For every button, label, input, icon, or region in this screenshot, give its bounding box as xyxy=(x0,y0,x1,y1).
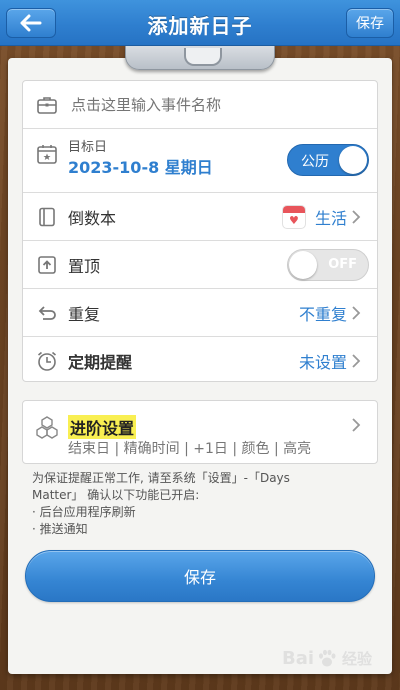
calendar-type-toggle[interactable]: 公历 xyxy=(287,144,369,176)
briefcase-icon xyxy=(36,94,58,116)
advanced-settings[interactable]: 进阶设置 结束日 | 精确时间 | +1日 | 颜色 | 高亮 xyxy=(22,400,378,464)
repeat-selector[interactable]: 不重复 xyxy=(299,301,361,325)
calendar-heart-icon: ♥ xyxy=(281,204,306,229)
notification-note: 为保证提醒正常工作, 请至系统「设置」-「Days Matter」 确认以下功能… xyxy=(32,470,352,538)
nav-bar: 添加新日子 保存 xyxy=(0,0,400,46)
reminder-value: 未设置 xyxy=(298,353,347,372)
reminder-row[interactable]: 定期提醒 未设置 xyxy=(23,337,377,385)
advanced-settings-subtitle: 结束日 | 精确时间 | +1日 | 颜色 | 高亮 xyxy=(68,441,312,457)
target-date-label: 目标日 xyxy=(68,140,108,155)
pin-toggle[interactable]: OFF xyxy=(287,249,369,281)
notebook-value: 生活 xyxy=(314,208,347,228)
chevron-right-icon xyxy=(352,354,361,368)
save-button[interactable]: 保存 xyxy=(25,550,375,602)
event-name-row[interactable] xyxy=(23,81,377,129)
calendar-type-label: 公历 xyxy=(301,154,329,170)
watermark: Bai 经验 xyxy=(282,642,392,674)
note-line-2: Matter」 确认以下功能已开启: xyxy=(32,488,200,502)
event-form: 目标日 2023-10-8 星期日 公历 倒数本 ♥ 生活 置顶 OFF xyxy=(22,80,378,382)
reminder-selector[interactable]: 未设置 xyxy=(299,349,361,373)
repeat-row[interactable]: 重复 不重复 xyxy=(23,289,377,337)
pin-toggle-label: OFF xyxy=(328,257,357,272)
note-line-3: · 后台应用程序刷新 xyxy=(32,505,136,519)
save-button-top[interactable]: 保存 xyxy=(346,8,394,38)
chevron-right-icon xyxy=(352,209,361,224)
clipboard-clip xyxy=(125,46,275,70)
note-line-4: · 推送通知 xyxy=(32,522,88,536)
cubes-icon xyxy=(35,415,59,439)
target-date-value[interactable]: 2023-10-8 星期日 xyxy=(68,154,213,178)
advanced-settings-title: 进阶设置 xyxy=(68,415,137,439)
notebook-row[interactable]: 倒数本 ♥ 生活 xyxy=(23,193,377,241)
repeat-icon xyxy=(36,302,58,324)
calendar-star-icon xyxy=(36,143,58,165)
chevron-right-icon xyxy=(352,305,361,320)
alarm-clock-icon xyxy=(36,350,58,372)
page-title: 添加新日子 xyxy=(147,14,253,38)
paw-icon xyxy=(319,649,336,667)
repeat-label: 重复 xyxy=(68,304,101,324)
book-icon xyxy=(36,206,58,228)
notebook-selector[interactable]: ♥ 生活 xyxy=(281,204,361,229)
watermark-text-2: 经验 xyxy=(342,649,373,668)
chevron-right-icon xyxy=(352,418,361,432)
note-line-1: 为保证提醒正常工作, 请至系统「设置」-「Days xyxy=(32,471,290,485)
target-date-row[interactable]: 目标日 2023-10-8 星期日 公历 xyxy=(23,129,377,193)
pin-top-icon xyxy=(36,254,58,276)
toggle-knob xyxy=(339,146,367,174)
repeat-value: 不重复 xyxy=(298,304,347,324)
toggle-knob xyxy=(289,251,317,279)
watermark-text: Bai xyxy=(282,647,315,669)
event-name-input[interactable] xyxy=(71,95,361,114)
pin-row: 置顶 OFF xyxy=(23,241,377,289)
pin-label: 置顶 xyxy=(68,256,101,276)
notebook-label: 倒数本 xyxy=(68,208,117,228)
reminder-label: 定期提醒 xyxy=(68,353,133,372)
